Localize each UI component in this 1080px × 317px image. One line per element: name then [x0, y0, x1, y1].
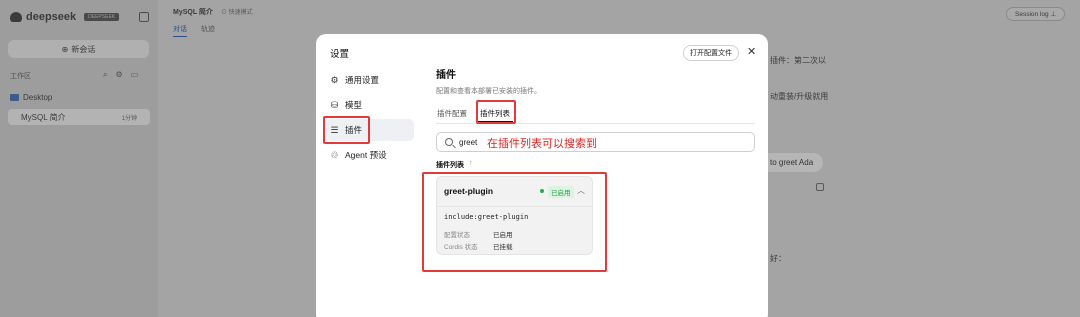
session-log-button[interactable]: Session log ⊥	[1006, 7, 1066, 21]
workspace-label: 工作区	[10, 73, 31, 80]
workspace-tools: ⌕ ⚙ ▭	[103, 70, 138, 80]
search-icon	[445, 138, 453, 146]
chat-tabs: 对话 轨迹	[173, 24, 215, 37]
brand-logo: deepseek DEEPSEEK	[10, 11, 120, 23]
annotation-note: 在插件列表可以搜索到	[487, 138, 597, 150]
sidebar-collapse-icon[interactable]	[139, 12, 149, 22]
search-icon[interactable]: ⌕	[103, 70, 107, 80]
modal-title: 设置	[330, 49, 350, 60]
robot-icon: ♲	[330, 149, 339, 160]
folder-label: Desktop	[23, 93, 53, 102]
highlight-box	[323, 116, 370, 144]
chat-text-fragment: 动重装/升级就用	[770, 92, 829, 101]
chat-text-fragment: 插件：第二次以	[770, 56, 826, 65]
user-message-bubble: to greet Ada	[760, 153, 824, 172]
list-label: 插件列表	[436, 162, 464, 169]
session-time: 1分钟	[121, 115, 137, 122]
folder-icon	[10, 94, 19, 101]
open-config-file-button[interactable]: 打开配置文件	[683, 45, 739, 61]
new-folder-icon[interactable]: ▭	[131, 70, 139, 80]
section-description: 配置和查看本部署已安装的插件。	[436, 88, 541, 95]
folder-desktop[interactable]: Desktop	[10, 93, 52, 102]
nav-model[interactable]: ⛁ 模型	[326, 94, 414, 116]
tab-chat[interactable]: 对话	[173, 24, 187, 37]
nav-agent-presets[interactable]: ♲ Agent 预设	[326, 144, 414, 166]
tab-trace[interactable]: 轨迹	[201, 24, 215, 37]
copy-icon[interactable]	[816, 183, 824, 191]
cube-icon: ⛁	[330, 99, 339, 110]
chat-title: MySQL 简介	[173, 9, 213, 16]
chat-text-fragment: 好：	[770, 254, 786, 263]
highlight-box	[476, 100, 516, 124]
new-chat-label: 新会话	[71, 44, 96, 54]
session-item[interactable]: MySQL 简介 1分钟	[8, 109, 150, 125]
close-icon[interactable]: ✕	[747, 45, 756, 58]
brand-badge: DEEPSEEK	[84, 13, 120, 21]
nav-label: Agent 预设	[345, 150, 387, 160]
section-title: 插件	[436, 70, 456, 81]
nav-general[interactable]: ⚙ 通用设置	[326, 69, 414, 91]
tab-plugin-config[interactable]: 插件配置	[437, 108, 467, 119]
sort-arrow-icon[interactable]: ↑	[469, 160, 473, 170]
filter-icon[interactable]: ⚙	[115, 70, 122, 80]
session-title: MySQL 简介	[21, 112, 66, 122]
plugin-list-header: 插件列表 ↑	[436, 160, 473, 170]
plus-circle-icon: ⊕	[61, 44, 69, 54]
whale-icon	[10, 12, 22, 22]
nav-label: 模型	[345, 100, 363, 110]
mode-indicator: ⊙ 快速模式	[220, 10, 253, 16]
nav-label: 通用设置	[345, 75, 380, 85]
highlight-box	[422, 172, 607, 272]
brand-name: deepseek	[26, 11, 77, 23]
search-value: greet	[459, 137, 478, 147]
new-chat-button[interactable]: ⊕ 新会话	[8, 40, 149, 58]
gear-icon: ⚙	[330, 74, 339, 85]
topbar-title: MySQL 简介 ⊙ 快速模式	[173, 7, 253, 17]
